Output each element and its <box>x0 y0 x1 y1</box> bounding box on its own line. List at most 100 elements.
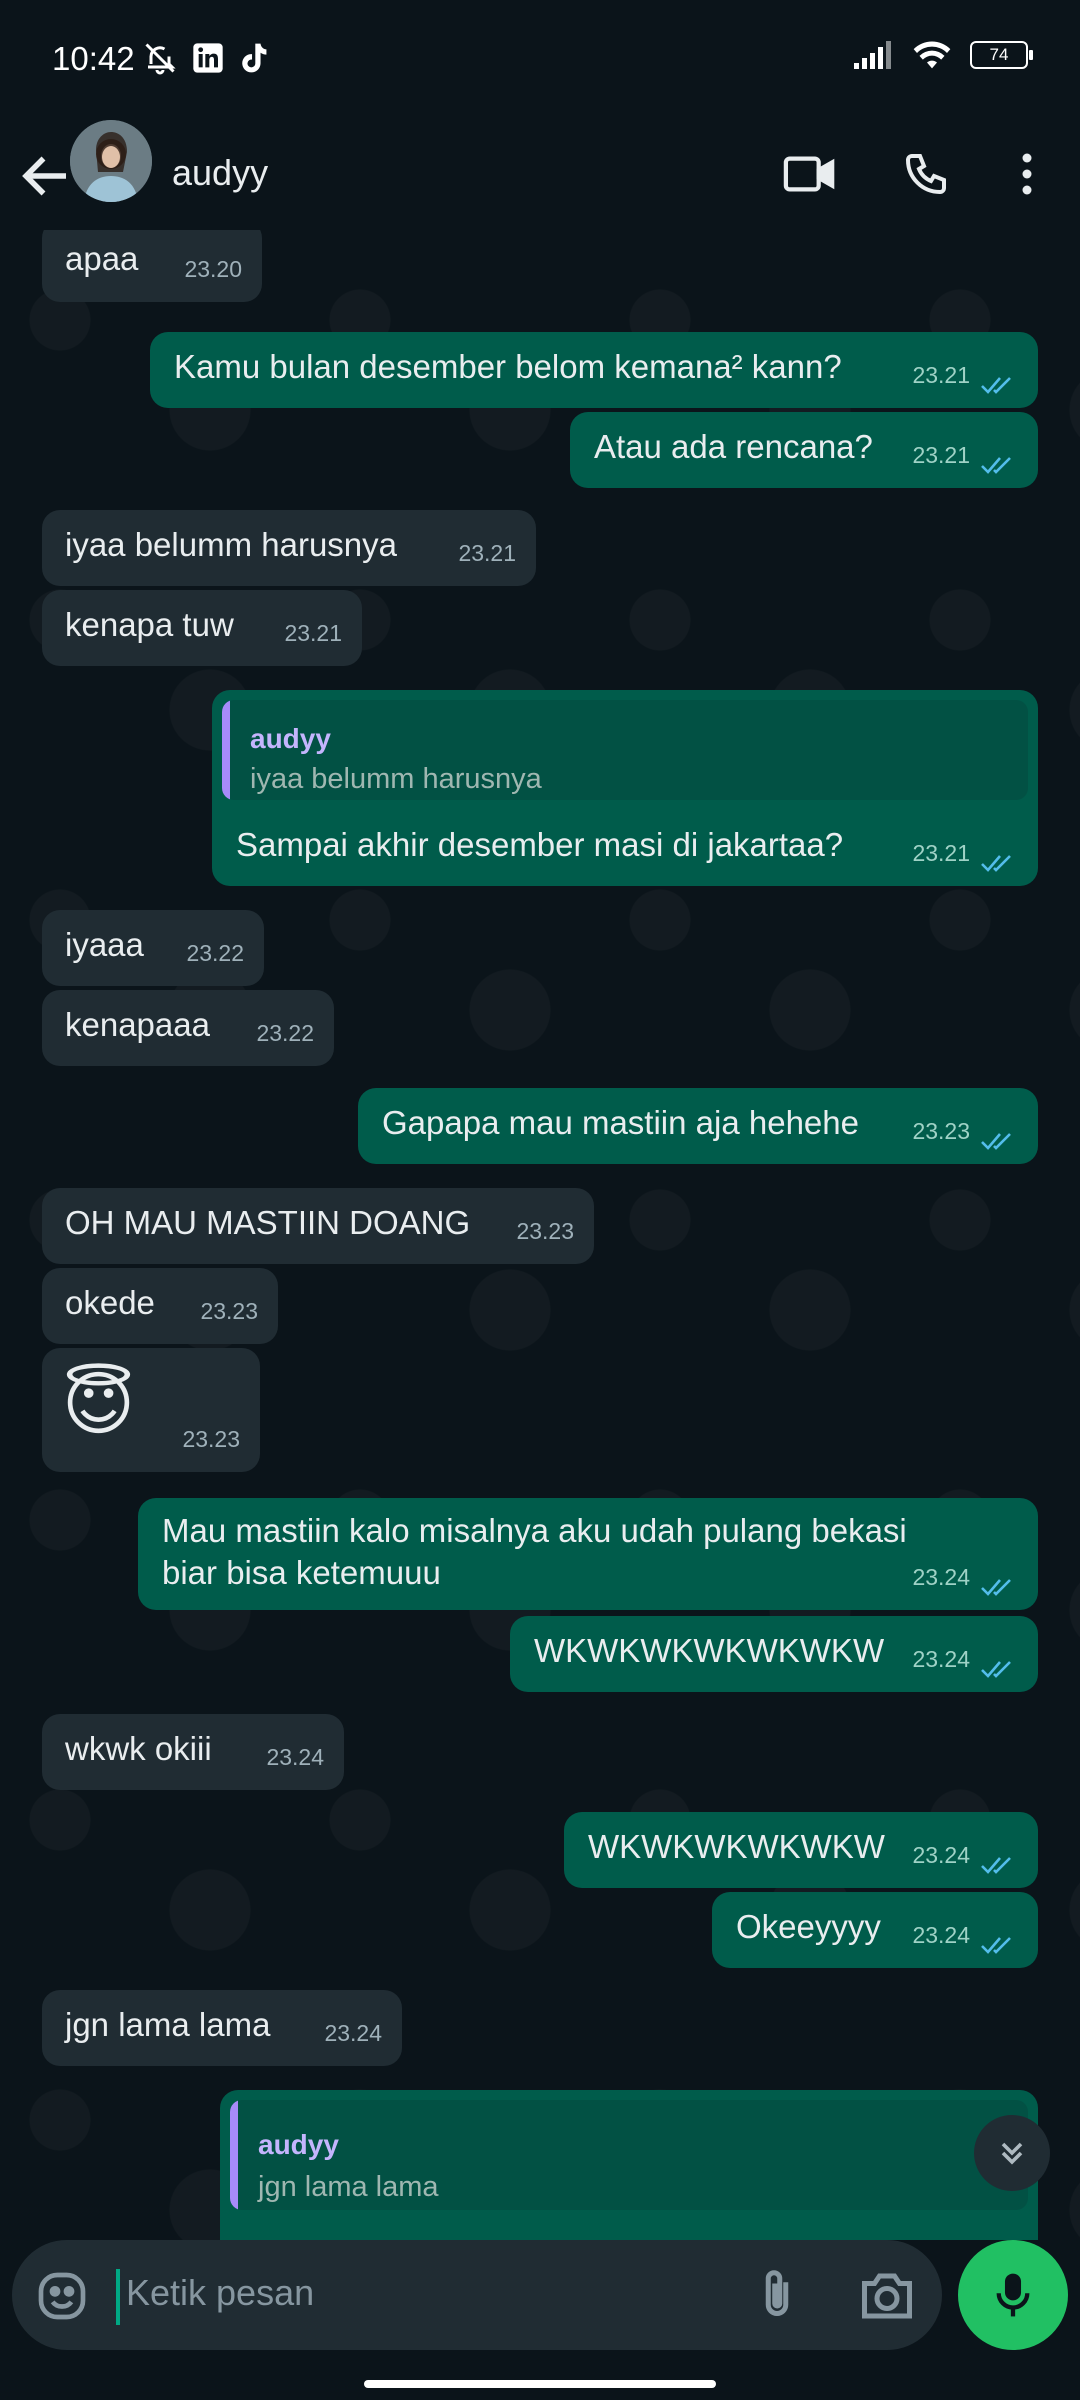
status-time: 10:42 <box>52 40 135 77</box>
message-text: iyaa belumm harusnya <box>65 526 397 563</box>
message-time: 23.24 <box>266 1744 324 1770</box>
outgoing-message[interactable]: Okeeyyyy 23.24 <box>712 1892 1038 1968</box>
outgoing-message[interactable]: Gapapa mau mastiin aja hehehe 23.23 <box>358 1088 1038 1164</box>
message-time: 23.24 <box>912 1842 970 1868</box>
incoming-message[interactable]: iyaaa 23.22 <box>42 910 264 986</box>
tiktok-icon <box>242 43 267 73</box>
chat-area[interactable]: apaa 23.20 Kamu bulan desember belom kem… <box>0 230 1080 2240</box>
chat-header: audyy <box>0 120 1080 231</box>
message-text: Atau ada rencana? <box>594 428 873 465</box>
message-text: Gapapa mau mastiin aja hehehe <box>382 1104 859 1141</box>
message-time: 23.21 <box>912 442 970 468</box>
more-options-button[interactable] <box>995 142 1059 206</box>
message-input[interactable]: Ketik pesan <box>126 2272 314 2314</box>
message-time: 23.23 <box>200 1298 258 1324</box>
avatar[interactable] <box>70 120 152 202</box>
message-text: wkwk okiii <box>65 1730 212 1767</box>
status-system-icons: 74 <box>854 40 1033 70</box>
message-text: jgn lama lama <box>65 2006 271 2043</box>
message-text-line-2: biar bisa ketemuuu <box>162 1554 441 1591</box>
message-text: okede <box>65 1284 155 1321</box>
emoji-icon[interactable] <box>34 2268 90 2324</box>
attachment-icon[interactable] <box>747 2266 807 2326</box>
message-text: kenapa tuw <box>65 606 234 643</box>
read-ticks-icon <box>981 1937 1011 1954</box>
message-time: 23.21 <box>912 362 970 388</box>
message-time: 23.23 <box>182 1426 240 1452</box>
status-notification-icons <box>142 40 270 76</box>
voice-call-button[interactable] <box>894 142 958 206</box>
incoming-emoji-message[interactable]: 😇 23.23 <box>42 1348 260 1472</box>
signal-icon <box>854 41 891 69</box>
read-ticks-icon <box>981 1133 1011 1150</box>
quote-bar <box>222 700 230 800</box>
message-text-line-1: Mau mastiin kalo misalnya aku udah pulan… <box>162 1512 907 1549</box>
message-text: OH MAU MASTIIN DOANG <box>65 1204 471 1241</box>
incoming-message[interactable]: iyaa belumm harusnya 23.21 <box>42 510 536 586</box>
incoming-message[interactable]: OH MAU MASTIIN DOANG 23.23 <box>42 1188 594 1264</box>
linkedin-icon <box>193 43 223 73</box>
outgoing-message[interactable]: WKWKWKWKWKWKW 23.24 <box>510 1616 1038 1692</box>
quote-bar <box>230 2100 238 2210</box>
message-time: 23.24 <box>912 1564 970 1590</box>
bell-off-icon <box>145 43 176 75</box>
video-camera-icon <box>783 156 835 192</box>
message-time: 23.21 <box>912 840 970 866</box>
message-input-bar: Ketik pesan <box>12 2240 942 2350</box>
quote-author: audyy <box>258 2129 339 2160</box>
outgoing-message[interactable]: WKWKWKWKWKW 23.24 <box>564 1812 1038 1888</box>
quote-text: jgn lama lama <box>258 2171 439 2203</box>
message-text: WKWKWKWKWKW <box>588 1828 885 1865</box>
message-time: 23.22 <box>186 940 244 966</box>
status-bar: 10:42 74 <box>0 0 1080 120</box>
outgoing-reply-message[interactable]: audyy jgn lama lama <box>220 2090 1038 2240</box>
wifi-icon <box>913 41 951 69</box>
message-time: 23.24 <box>912 1922 970 1948</box>
incoming-message[interactable]: okede 23.23 <box>42 1268 278 1344</box>
video-call-button[interactable] <box>778 142 842 206</box>
read-ticks-icon <box>981 1579 1011 1596</box>
message-time: 23.21 <box>284 620 342 646</box>
message-text: iyaaa <box>65 926 144 963</box>
message-time: 23.20 <box>184 256 242 282</box>
back-arrow-icon[interactable] <box>16 146 76 206</box>
double-chevron-down-icon <box>1001 2142 1023 2165</box>
incoming-message[interactable]: apaa 23.20 <box>42 230 262 302</box>
message-text: kenapaaa <box>65 1006 210 1043</box>
message-time: 23.24 <box>324 2020 382 2046</box>
gesture-nav-handle[interactable] <box>364 2380 716 2388</box>
incoming-message[interactable]: jgn lama lama 23.24 <box>42 1990 402 2066</box>
incoming-message[interactable]: kenapaaa 23.22 <box>42 990 334 1066</box>
read-ticks-icon <box>981 1661 1011 1678</box>
read-ticks-icon <box>981 377 1011 394</box>
outgoing-reply-message[interactable]: audyy iyaa belumm harusnya Sampai akhir … <box>212 690 1038 886</box>
quote-text: iyaa belumm harusnya <box>250 763 542 795</box>
quote-author: audyy <box>250 723 331 754</box>
contact-name[interactable]: audyy <box>172 152 268 194</box>
message-time: 23.24 <box>912 1646 970 1672</box>
outgoing-message[interactable]: Kamu bulan desember belom kemana² kann? … <box>150 332 1038 408</box>
message-time: 23.22 <box>256 1020 314 1046</box>
quoted-message[interactable]: audyy jgn lama lama <box>230 2100 1028 2210</box>
message-time: 23.23 <box>516 1218 574 1244</box>
scroll-to-bottom-button[interactable] <box>974 2115 1050 2191</box>
message-text: apaa <box>65 240 139 277</box>
quoted-message[interactable]: audyy iyaa belumm harusnya <box>222 700 1028 800</box>
incoming-message[interactable]: wkwk okiii 23.24 <box>42 1714 344 1790</box>
phone-icon <box>905 154 946 195</box>
read-ticks-icon <box>981 457 1011 474</box>
emoji: 😇 <box>62 1365 135 1443</box>
incoming-message[interactable]: kenapa tuw 23.21 <box>42 590 362 666</box>
text-caret <box>116 2269 120 2325</box>
message-text: WKWKWKWKWKWKW <box>534 1632 885 1669</box>
vertical-dots-icon <box>1022 153 1032 195</box>
message-text: Kamu bulan desember belom kemana² kann? <box>174 348 842 385</box>
read-ticks-icon <box>981 1857 1011 1874</box>
outgoing-message[interactable]: Atau ada rencana? 23.21 <box>570 412 1038 488</box>
message-time: 23.21 <box>458 540 516 566</box>
voice-message-button[interactable] <box>958 2240 1068 2350</box>
camera-icon[interactable] <box>857 2268 917 2324</box>
battery-icon: 74 <box>970 41 1033 69</box>
message-text: Sampai akhir desember masi di jakartaa? <box>236 826 844 863</box>
outgoing-message[interactable]: Mau mastiin kalo misalnya aku udah pulan… <box>138 1498 1038 1610</box>
